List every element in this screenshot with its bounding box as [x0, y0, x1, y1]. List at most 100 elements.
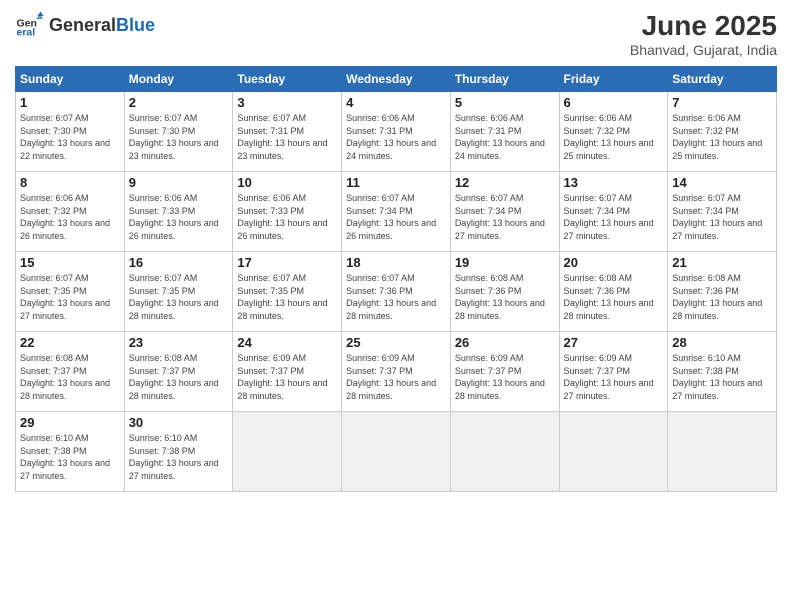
- day-info: Sunrise: 6:07 AMSunset: 7:35 PMDaylight:…: [129, 272, 229, 322]
- day-number: 15: [20, 255, 120, 270]
- calendar-cell: 25 Sunrise: 6:09 AMSunset: 7:37 PMDayligh…: [342, 332, 451, 412]
- logo-text: GeneralBlue: [49, 15, 155, 36]
- calendar-cell: 12Sunrise: 6:07 AMSunset: 7:34 PMDayligh…: [450, 172, 559, 252]
- day-number: 11: [346, 175, 446, 190]
- day-info: Sunrise: 6:08 AMSunset: 7:36 PMDaylight:…: [672, 272, 772, 322]
- day-info: Sunrise: 6:08 AMSunset: 7:37 PMDaylight:…: [129, 352, 229, 402]
- calendar-cell: [233, 412, 342, 492]
- calendar-week-row: 29 Sunrise: 6:10 AMSunset: 7:38 PMDayligh…: [16, 412, 777, 492]
- day-info: Sunrise: 6:06 AMSunset: 7:32 PMDaylight:…: [672, 112, 772, 162]
- day-info: Sunrise: 6:07 AMSunset: 7:30 PMDaylight:…: [20, 112, 120, 162]
- day-info: Sunrise: 6:06 AMSunset: 7:32 PMDaylight:…: [564, 112, 664, 162]
- day-number: 22: [20, 335, 120, 350]
- day-number: 18: [346, 255, 446, 270]
- day-info: Sunrise: 6:06 AMSunset: 7:31 PMDaylight:…: [346, 112, 446, 162]
- day-info: Sunrise: 6:07 AMSunset: 7:36 PMDaylight:…: [346, 272, 446, 322]
- calendar-cell: 19Sunrise: 6:08 AMSunset: 7:36 PMDayligh…: [450, 252, 559, 332]
- calendar-cell: 15 Sunrise: 6:07 AMSunset: 7:35 PMDayligh…: [16, 252, 125, 332]
- day-info: Sunrise: 6:09 AMSunset: 7:37 PMDaylight:…: [564, 352, 664, 402]
- weekday-header-sunday: Sunday: [16, 67, 125, 92]
- weekday-header-row: SundayMondayTuesdayWednesdayThursdayFrid…: [16, 67, 777, 92]
- day-info: Sunrise: 6:09 AMSunset: 7:37 PMDaylight:…: [455, 352, 555, 402]
- weekday-header-saturday: Saturday: [668, 67, 777, 92]
- day-info: Sunrise: 6:08 AMSunset: 7:37 PMDaylight:…: [20, 352, 120, 402]
- day-number: 16: [129, 255, 229, 270]
- weekday-header-tuesday: Tuesday: [233, 67, 342, 92]
- calendar-cell: 9 Sunrise: 6:06 AMSunset: 7:33 PMDaylight…: [124, 172, 233, 252]
- day-info: Sunrise: 6:06 AMSunset: 7:32 PMDaylight:…: [20, 192, 120, 242]
- day-number: 1: [20, 95, 120, 110]
- day-info: Sunrise: 6:10 AMSunset: 7:38 PMDaylight:…: [672, 352, 772, 402]
- day-number: 4: [346, 95, 446, 110]
- calendar-cell: 8 Sunrise: 6:06 AMSunset: 7:32 PMDaylight…: [16, 172, 125, 252]
- day-number: 3: [237, 95, 337, 110]
- calendar-cell: 11 Sunrise: 6:07 AMSunset: 7:34 PMDayligh…: [342, 172, 451, 252]
- day-number: 29: [20, 415, 120, 430]
- day-number: 23: [129, 335, 229, 350]
- logo-icon: Gen eral: [15, 10, 45, 40]
- day-number: 28: [672, 335, 772, 350]
- calendar-cell: 3Sunrise: 6:07 AMSunset: 7:31 PMDaylight…: [233, 92, 342, 172]
- day-info: Sunrise: 6:10 AMSunset: 7:38 PMDaylight:…: [129, 432, 229, 482]
- day-info: Sunrise: 6:07 AMSunset: 7:30 PMDaylight:…: [129, 112, 229, 162]
- day-number: 25: [346, 335, 446, 350]
- calendar-cell: 2 Sunrise: 6:07 AMSunset: 7:30 PMDaylight…: [124, 92, 233, 172]
- calendar-cell: 14 Sunrise: 6:07 AMSunset: 7:34 PMDayligh…: [668, 172, 777, 252]
- day-info: Sunrise: 6:06 AMSunset: 7:33 PMDaylight:…: [129, 192, 229, 242]
- day-info: Sunrise: 6:10 AMSunset: 7:38 PMDaylight:…: [20, 432, 120, 482]
- title-area: June 2025 Bhanvad, Gujarat, India: [630, 10, 777, 58]
- day-number: 10: [237, 175, 337, 190]
- day-info: Sunrise: 6:07 AMSunset: 7:35 PMDaylight:…: [20, 272, 120, 322]
- calendar-cell: [559, 412, 668, 492]
- calendar-cell: 26Sunrise: 6:09 AMSunset: 7:37 PMDayligh…: [450, 332, 559, 412]
- calendar-cell: 29 Sunrise: 6:10 AMSunset: 7:38 PMDayligh…: [16, 412, 125, 492]
- calendar-cell: 7 Sunrise: 6:06 AMSunset: 7:32 PMDaylight…: [668, 92, 777, 172]
- day-number: 2: [129, 95, 229, 110]
- calendar-cell: 5 Sunrise: 6:06 AMSunset: 7:31 PMDaylight…: [450, 92, 559, 172]
- calendar-cell: 24 Sunrise: 6:09 AMSunset: 7:37 PMDayligh…: [233, 332, 342, 412]
- day-number: 30: [129, 415, 229, 430]
- header: Gen eral GeneralBlue June 2025 Bhanvad, …: [15, 10, 777, 58]
- calendar-cell: 28 Sunrise: 6:10 AMSunset: 7:38 PMDayligh…: [668, 332, 777, 412]
- day-info: Sunrise: 6:07 AMSunset: 7:34 PMDaylight:…: [346, 192, 446, 242]
- day-number: 13: [564, 175, 664, 190]
- day-number: 9: [129, 175, 229, 190]
- calendar-cell: 22 Sunrise: 6:08 AMSunset: 7:37 PMDayligh…: [16, 332, 125, 412]
- day-number: 27: [564, 335, 664, 350]
- weekday-header-friday: Friday: [559, 67, 668, 92]
- day-number: 21: [672, 255, 772, 270]
- day-number: 24: [237, 335, 337, 350]
- day-number: 8: [20, 175, 120, 190]
- calendar-cell: 1 Sunrise: 6:07 AMSunset: 7:30 PMDaylight…: [16, 92, 125, 172]
- calendar-cell: [342, 412, 451, 492]
- day-info: Sunrise: 6:09 AMSunset: 7:37 PMDaylight:…: [237, 352, 337, 402]
- calendar-cell: 4 Sunrise: 6:06 AMSunset: 7:31 PMDaylight…: [342, 92, 451, 172]
- calendar-week-row: 1 Sunrise: 6:07 AMSunset: 7:30 PMDaylight…: [16, 92, 777, 172]
- day-number: 7: [672, 95, 772, 110]
- weekday-header-thursday: Thursday: [450, 67, 559, 92]
- day-info: Sunrise: 6:06 AMSunset: 7:31 PMDaylight:…: [455, 112, 555, 162]
- calendar-cell: 30 Sunrise: 6:10 AMSunset: 7:38 PMDayligh…: [124, 412, 233, 492]
- day-number: 5: [455, 95, 555, 110]
- calendar-table: SundayMondayTuesdayWednesdayThursdayFrid…: [15, 66, 777, 492]
- day-info: Sunrise: 6:08 AMSunset: 7:36 PMDaylight:…: [564, 272, 664, 322]
- day-info: Sunrise: 6:07 AMSunset: 7:34 PMDaylight:…: [672, 192, 772, 242]
- calendar-cell: 27 Sunrise: 6:09 AMSunset: 7:37 PMDayligh…: [559, 332, 668, 412]
- day-info: Sunrise: 6:09 AMSunset: 7:37 PMDaylight:…: [346, 352, 446, 402]
- day-number: 20: [564, 255, 664, 270]
- weekday-header-wednesday: Wednesday: [342, 67, 451, 92]
- calendar-cell: [450, 412, 559, 492]
- calendar-cell: 13Sunrise: 6:07 AMSunset: 7:34 PMDayligh…: [559, 172, 668, 252]
- calendar-cell: 21 Sunrise: 6:08 AMSunset: 7:36 PMDayligh…: [668, 252, 777, 332]
- calendar-cell: 16 Sunrise: 6:07 AMSunset: 7:35 PMDayligh…: [124, 252, 233, 332]
- day-number: 14: [672, 175, 772, 190]
- day-number: 12: [455, 175, 555, 190]
- calendar-page: Gen eral GeneralBlue June 2025 Bhanvad, …: [0, 0, 792, 502]
- calendar-cell: 10Sunrise: 6:06 AMSunset: 7:33 PMDayligh…: [233, 172, 342, 252]
- day-number: 6: [564, 95, 664, 110]
- calendar-week-row: 22 Sunrise: 6:08 AMSunset: 7:37 PMDayligh…: [16, 332, 777, 412]
- calendar-cell: 20 Sunrise: 6:08 AMSunset: 7:36 PMDayligh…: [559, 252, 668, 332]
- calendar-cell: 18 Sunrise: 6:07 AMSunset: 7:36 PMDayligh…: [342, 252, 451, 332]
- calendar-cell: 17Sunrise: 6:07 AMSunset: 7:35 PMDayligh…: [233, 252, 342, 332]
- day-number: 19: [455, 255, 555, 270]
